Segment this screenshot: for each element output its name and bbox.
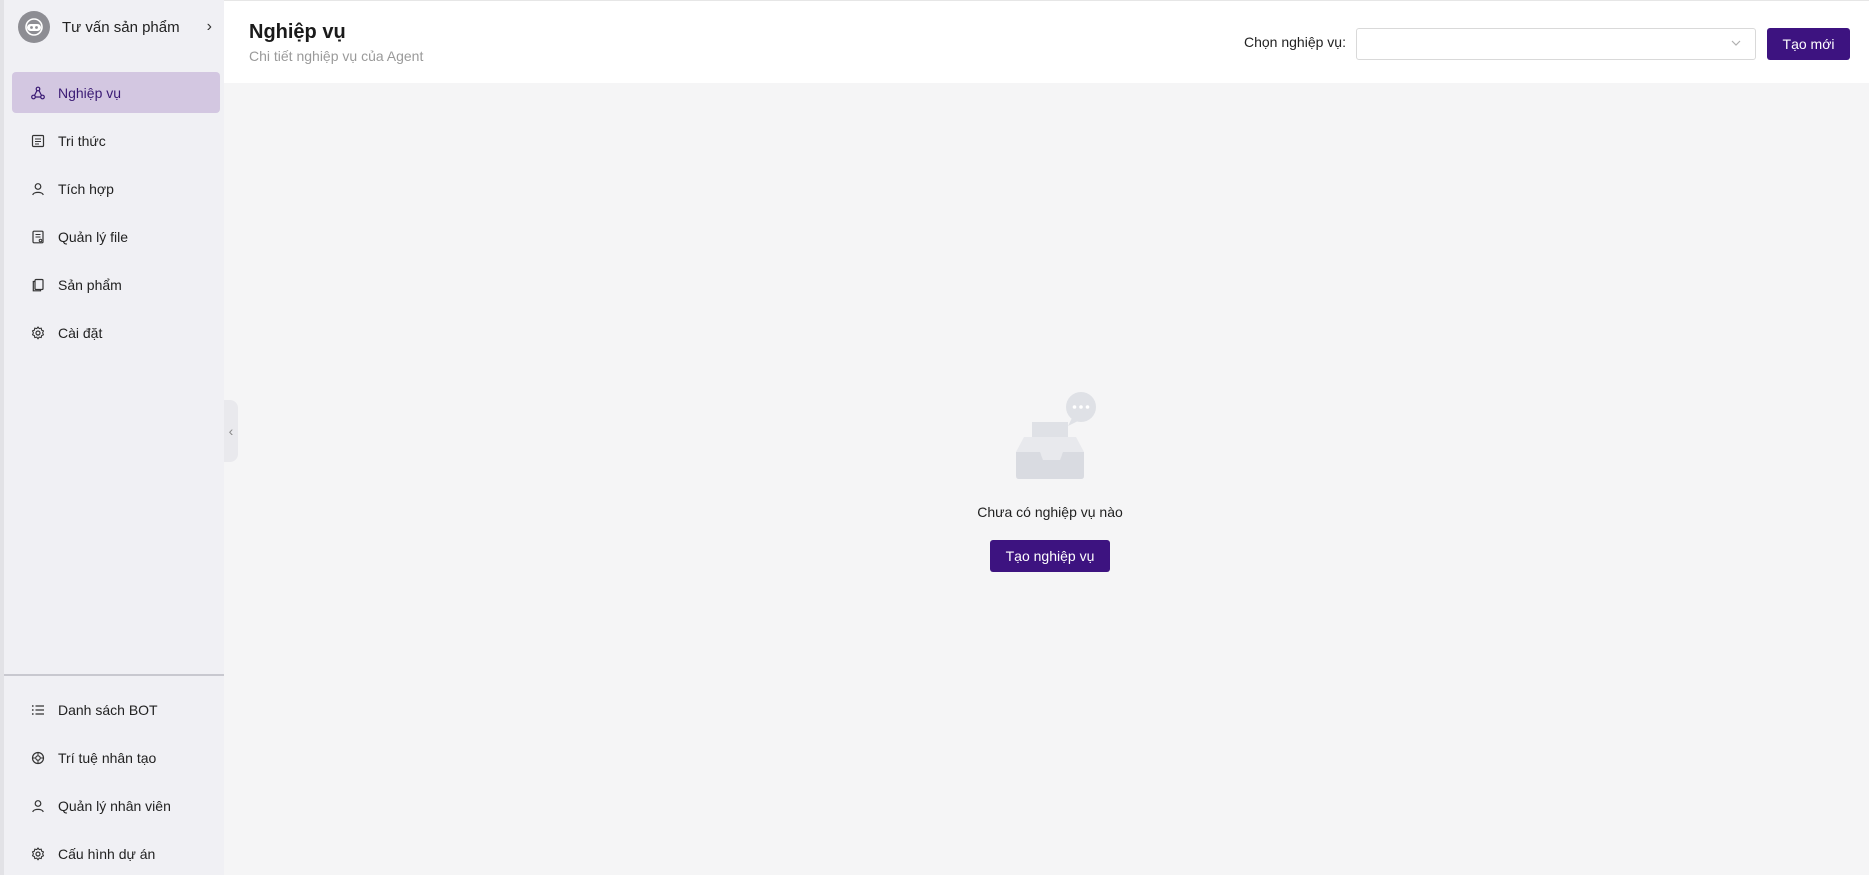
sidebar-item-label: Tích hợp <box>58 180 114 197</box>
sidebar-item-label: Trí tuệ nhân tạo <box>58 749 157 766</box>
bot-avatar <box>18 11 50 43</box>
sidebar-item-quan-ly-file[interactable]: Quản lý file <box>12 216 220 257</box>
app: Tư vấn sản phẩm › Nghiệp vụ Tri thức Tíc… <box>0 0 1869 875</box>
sidebar-item-san-pham[interactable]: Sản phẩm <box>12 264 220 305</box>
sidebar-item-label: Cài đặt <box>58 324 103 341</box>
book-icon <box>30 133 46 149</box>
select-label: Chọn nghiệp vụ: <box>1244 34 1346 50</box>
sidebar-item-tich-hop[interactable]: Tích hợp <box>12 168 220 209</box>
sidebar-item-cai-dat[interactable]: Cài đặt <box>12 312 220 353</box>
sidebar-item-label: Nghiệp vụ <box>58 84 122 101</box>
page-subtitle: Chi tiết nghiệp vụ của Agent <box>249 48 424 64</box>
sidebar-item-danh-sach-bot[interactable]: Danh sách BOT <box>12 689 220 730</box>
sidebar-item-label: Tri thức <box>58 132 106 149</box>
sidebar-divider <box>4 674 224 676</box>
create-workflow-button[interactable]: Tạo nghiệp vụ <box>990 540 1110 572</box>
sidebar-nav: Nghiệp vụ Tri thức Tích hợp Quản lý file <box>12 72 220 360</box>
workflow-icon <box>30 85 46 101</box>
gear-icon <box>30 846 46 862</box>
sidebar-item-tri-thuc[interactable]: Tri thức <box>12 120 220 161</box>
copy-icon <box>30 277 46 293</box>
new-button[interactable]: Tạo mới <box>1767 28 1850 60</box>
sidebar-bottom-nav: Danh sách BOT Trí tuệ nhân tạo Quản lý n… <box>12 689 220 875</box>
empty-state-message: Chưa có nghiệp vụ nào <box>977 504 1123 520</box>
sidebar-item-cau-hinh-du-an[interactable]: Cấu hình dự án <box>12 833 220 874</box>
list-icon <box>30 702 46 718</box>
sidebar-item-label: Sản phẩm <box>58 276 122 293</box>
workflow-select[interactable] <box>1356 28 1756 60</box>
sidebar-item-quan-ly-nhan-vien[interactable]: Quản lý nhân viên <box>12 785 220 826</box>
page-header: Nghiệp vụ Chi tiết nghiệp vụ của Agent C… <box>224 0 1869 83</box>
ai-icon <box>30 750 46 766</box>
bot-switcher[interactable]: Tư vấn sản phẩm › <box>18 10 218 44</box>
file-icon <box>30 229 46 245</box>
sidebar-item-tri-tue-nhan-tao[interactable]: Trí tuệ nhân tạo <box>12 737 220 778</box>
user-icon <box>30 181 46 197</box>
sidebar-item-label: Cấu hình dự án <box>58 845 156 862</box>
user-icon <box>30 798 46 814</box>
chevron-right-icon: › <box>206 18 212 35</box>
bot-name: Tư vấn sản phẩm <box>62 18 180 36</box>
sidebar-collapse-toggle[interactable]: ‹ <box>224 400 238 462</box>
sidebar-item-nghiep-vu[interactable]: Nghiệp vụ <box>12 72 220 113</box>
sidebar-item-label: Quản lý nhân viên <box>58 797 171 814</box>
sidebar-item-label: Danh sách BOT <box>58 701 158 718</box>
page-title: Nghiệp vụ <box>249 21 346 43</box>
empty-inbox-icon <box>1016 392 1096 479</box>
sidebar: Tư vấn sản phẩm › Nghiệp vụ Tri thức Tíc… <box>0 0 224 875</box>
sidebar-item-label: Quản lý file <box>58 228 129 245</box>
gear-icon <box>30 325 46 341</box>
robot-icon <box>25 18 43 36</box>
chevron-down-icon <box>1731 40 1741 46</box>
chevron-left-icon: ‹ <box>228 423 234 439</box>
